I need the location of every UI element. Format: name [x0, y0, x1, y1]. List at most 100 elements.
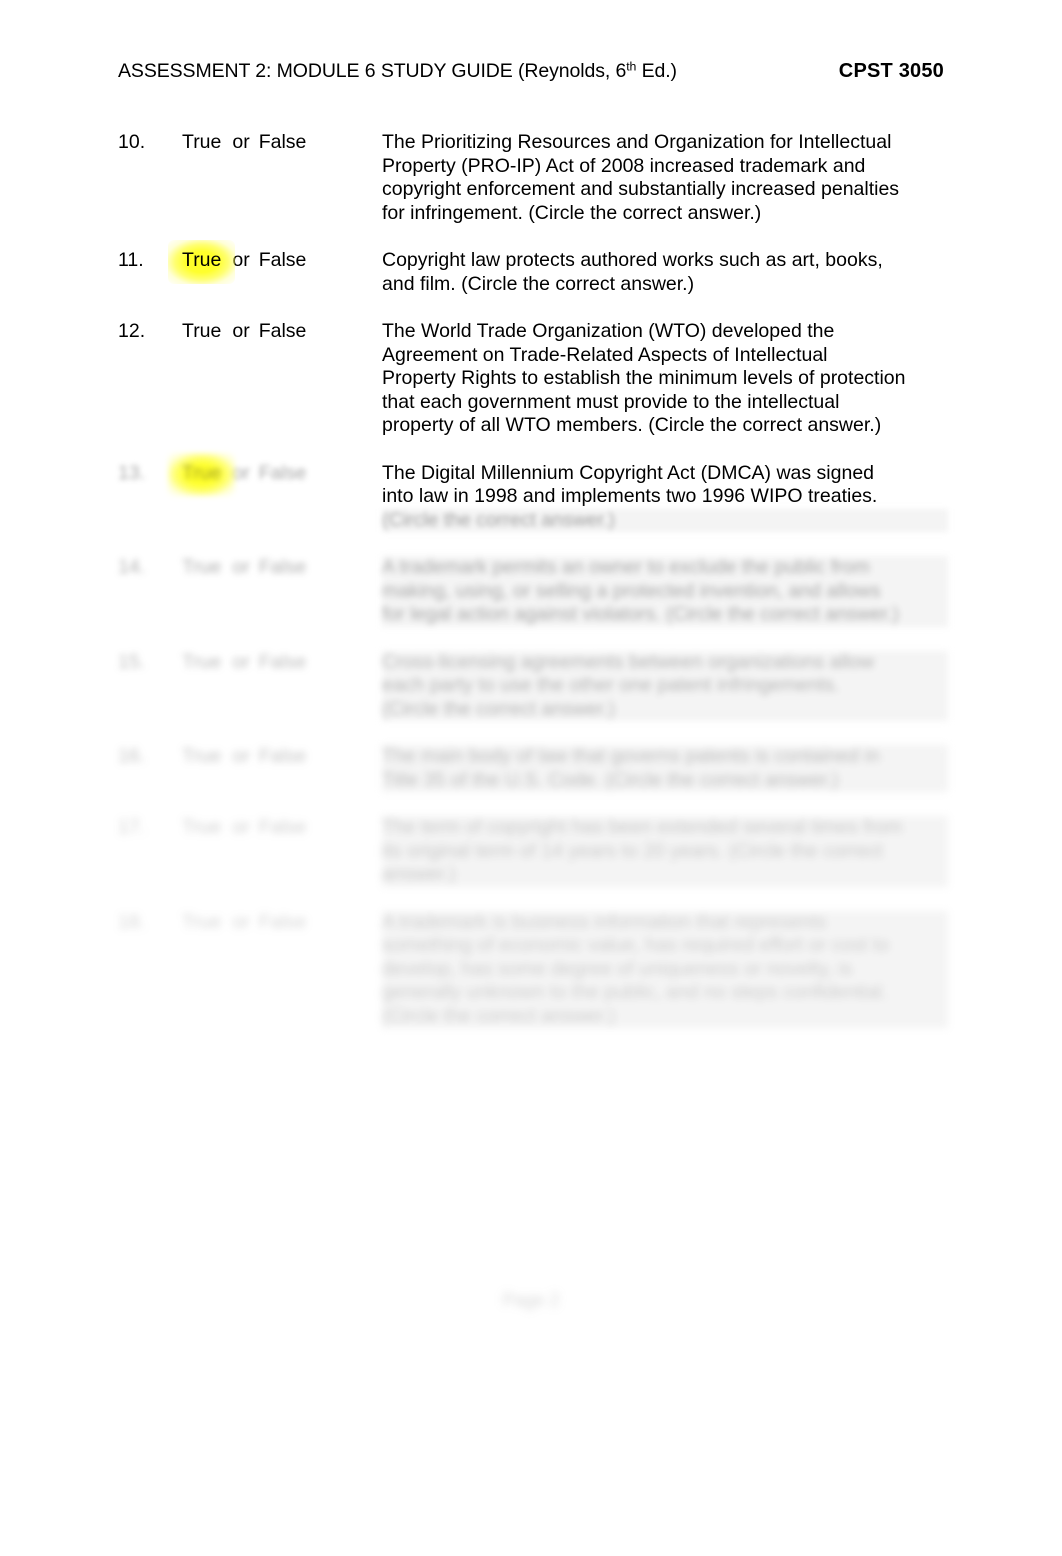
question-number: 10. [118, 131, 146, 153]
answer-option-true[interactable]: True [182, 651, 221, 675]
header-title: ASSESSMENT 2: MODULE 6 STUDY GUIDE (Reyn… [118, 60, 677, 83]
question-row: 16. True or False The main body of law that … [118, 745, 948, 792]
true-false-choices[interactable]: True or False [182, 911, 382, 935]
true-false-choices[interactable]: True or False [182, 816, 382, 840]
answer-separator-or: or [232, 650, 250, 673]
answer-option-true-label: True [182, 650, 222, 673]
question-text: The World Trade Organization (WTO) devel… [382, 320, 948, 438]
question-text-line: The World Trade Organization (WTO) devel… [382, 320, 835, 342]
question-text-line: Agreement on Trade-Related Aspects of In… [382, 343, 828, 366]
answer-option-true[interactable]: True [182, 816, 221, 840]
question-text-obscured: (Circle the correct answer.) [382, 508, 948, 532]
question-number: 18. [118, 910, 146, 933]
question-text-line: making, using, or selling a protected in… [382, 579, 948, 603]
answer-option-true-label: True [182, 816, 222, 838]
answer-option-false[interactable]: False [259, 556, 307, 580]
question-text-line: generally unknown to the public, and no … [382, 981, 948, 1005]
question-text-line: that each government must provide to the… [382, 390, 840, 413]
question-text-column: The Prioritizing Resources and Organizat… [382, 131, 948, 225]
answer-option-true-label: True [182, 131, 222, 153]
question-row: 14. True or False A trademark permits an own… [118, 556, 948, 627]
question-text-column: A trademark is business information that… [382, 910, 948, 1028]
question-text-line: each party to use the other one patent i… [382, 674, 948, 698]
question-number: 16. [118, 745, 146, 767]
question-text-line: (Circle the correct answer.) [382, 508, 948, 532]
answer-option-false[interactable]: False [259, 911, 307, 935]
answer-option-true-label: True [182, 745, 222, 767]
question-text-line: A trademark permits an owner to exclude … [382, 556, 948, 580]
answer-option-false[interactable]: False [259, 816, 307, 840]
answer-option-true[interactable]: True [182, 556, 221, 580]
question-text-line: for infringement. (Circle the correct an… [382, 201, 762, 224]
course-code: CPST 3050 [838, 60, 944, 82]
question-text-line: develop, has some degree of uniqueness o… [382, 957, 948, 981]
question-number: 15. [118, 650, 146, 673]
question-text-column: Cross-licensing agreements between organ… [382, 650, 948, 721]
question-number: 14. [118, 556, 146, 578]
question-text-obscured: A trademark is business information that… [382, 910, 948, 1028]
question-row: 17. True or False The term of copyright has … [118, 816, 948, 887]
answer-option-false[interactable]: False [259, 249, 307, 273]
question-text-column: The term of copyright has been extended … [382, 816, 948, 887]
answer-separator-or: or [232, 745, 250, 767]
question-text-column: The Digital Millennium Copyright Act (DM… [382, 461, 948, 532]
question-text-line: The term of copyright has been extended … [382, 816, 948, 840]
question-text: Copyright law protects authored works su… [382, 249, 948, 296]
true-false-choices[interactable]: True or False [167, 452, 382, 496]
question-text-line: The Prioritizing Resources and Organizat… [382, 131, 892, 153]
true-false-choices[interactable]: True or False [182, 745, 382, 769]
question-text-line: (Circle the correct answer.) [382, 697, 948, 721]
answer-option-false[interactable]: False [259, 462, 307, 486]
answer-option-true[interactable]: True [182, 320, 221, 344]
answer-separator-or: or [232, 910, 250, 933]
true-false-choices[interactable]: True or False [182, 131, 382, 155]
answer-option-false[interactable]: False [259, 745, 307, 769]
question-text-column: The World Trade Organization (WTO) devel… [382, 320, 948, 438]
question-text-line: Property Rights to establish the minimum… [382, 367, 906, 389]
header-title-prefix: ASSESSMENT 2: MODULE 6 STUDY GUIDE (Reyn… [118, 60, 627, 82]
answer-option-true-label: True [182, 249, 222, 271]
answer-option-true-label: True [182, 910, 222, 933]
question-text-line: (Circle the correct answer.) [382, 1004, 948, 1028]
question-text-line: and film. (Circle the correct answer.) [382, 272, 695, 295]
answer-separator-or: or [232, 816, 250, 838]
true-false-choices[interactable]: True or False [182, 651, 382, 675]
answer-option-false[interactable]: False [259, 651, 307, 675]
question-text-line: Title 35 of the U.S. Code. (Circle the c… [382, 768, 948, 792]
question-text-line: answer.) [382, 863, 948, 887]
true-false-choices[interactable]: True or False [167, 240, 382, 283]
header-title-suffix: Ed.) [636, 60, 677, 82]
question-text-obscured: A trademark permits an owner to exclude … [382, 556, 948, 627]
page-header: ASSESSMENT 2: MODULE 6 STUDY GUIDE (Reyn… [118, 60, 944, 83]
question-row: 10. True or False The Prioritizing Resources… [118, 131, 948, 225]
question-text-line: something of economic value, has require… [382, 934, 948, 958]
question-text-line: copyright enforcement and substantially … [382, 178, 900, 200]
answer-option-true-label: True [182, 461, 222, 484]
answer-option-true[interactable]: True [167, 240, 236, 283]
question-text-line: property of all WTO members. (Circle the… [382, 414, 882, 436]
answer-option-false[interactable]: False [259, 320, 307, 344]
answer-option-true[interactable]: True [182, 131, 221, 155]
answer-separator-or: or [232, 556, 250, 578]
true-false-choices[interactable]: True or False [182, 320, 382, 344]
question-text-obscured: Cross-licensing agreements between organ… [382, 650, 948, 721]
answer-option-true[interactable]: True [182, 745, 221, 769]
question-row: 12. True or False The World Trade Organizati… [118, 320, 948, 438]
answer-option-true-label: True [182, 320, 222, 342]
question-text-column: Copyright law protects authored works su… [382, 249, 948, 296]
question-row: 11. True or False Copyright law protects aut… [118, 240, 948, 296]
answer-option-true[interactable]: True [167, 452, 236, 496]
question-text-line: into law in 1998 and implements two 1996… [382, 485, 878, 507]
question-text-line: Copyright law protects authored works su… [382, 249, 883, 271]
question-text-line: The Digital Millennium Copyright Act (DM… [382, 461, 875, 484]
question-text: The Prioritizing Resources and Organizat… [382, 131, 948, 225]
answer-option-false[interactable]: False [259, 131, 307, 155]
question-text-obscured: The main body of law that governs patent… [382, 745, 948, 792]
answer-option-true[interactable]: True [182, 911, 221, 935]
question-text-column: The main body of law that governs patent… [382, 745, 948, 792]
document-page: ASSESSMENT 2: MODULE 6 STUDY GUIDE (Reyn… [0, 0, 1062, 1556]
answer-separator-or: or [232, 320, 250, 342]
page-footer: Page 2 [502, 1290, 560, 1310]
question-text-line: its original term of 14 years to 20 year… [382, 839, 948, 863]
true-false-choices[interactable]: True or False [182, 556, 382, 580]
